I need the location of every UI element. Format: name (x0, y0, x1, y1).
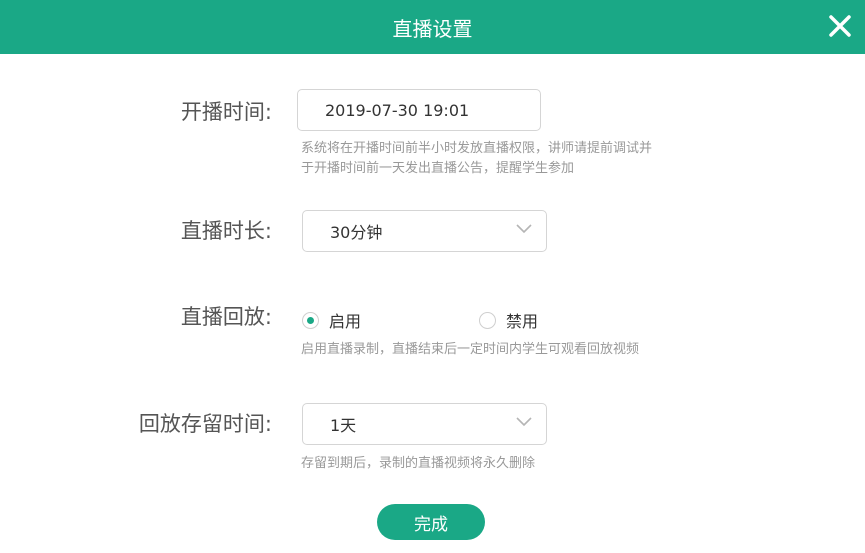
duration-select-value: 30分钟 (330, 223, 383, 242)
start-time-hint-line1: 系统将在开播时间前半小时发放直播权限，讲师请提前调试并 (301, 141, 653, 156)
duration-select[interactable]: 30分钟 (302, 210, 547, 252)
start-time-hint-line2: 于开播时间前一天发出直播公告，提醒学生参加 (301, 161, 575, 176)
chevron-down-icon (516, 417, 532, 427)
replay-option-enable-label: 启用 (329, 312, 362, 331)
replay-hint: 启用直播录制，直播结束后一定时间内学生可观看回放视频 (301, 342, 640, 357)
replay-option-disable-label: 禁用 (506, 312, 539, 331)
retention-label: 回放存留时间: (138, 412, 272, 436)
done-button[interactable]: 完成 (377, 504, 485, 540)
retention-select[interactable]: 1天 (302, 403, 547, 445)
chevron-down-icon (516, 224, 532, 234)
replay-option-enable[interactable]: 启用 (302, 308, 361, 332)
start-time-hint: 系统将在开播时间前半小时发放直播权限，讲师请提前调试并 于开播时间前一天发出直播… (301, 139, 652, 179)
dialog-header: 直播设置 (0, 0, 865, 54)
radio-checked-icon (302, 311, 319, 329)
start-time-label: 开播时间: (180, 100, 272, 124)
start-time-input[interactable]: 2019-07-30 19:01 (297, 89, 541, 131)
retention-select-value: 1天 (330, 416, 357, 435)
radio-unchecked-icon (479, 311, 496, 329)
replay-option-disable[interactable]: 禁用 (479, 308, 538, 332)
duration-label: 直播时长: (180, 219, 272, 243)
retention-hint: 存留到期后，录制的直播视频将永久删除 (301, 456, 536, 471)
close-icon[interactable] (827, 13, 853, 39)
replay-label: 直播回放: (180, 305, 272, 329)
dialog-title: 直播设置 (392, 16, 473, 41)
